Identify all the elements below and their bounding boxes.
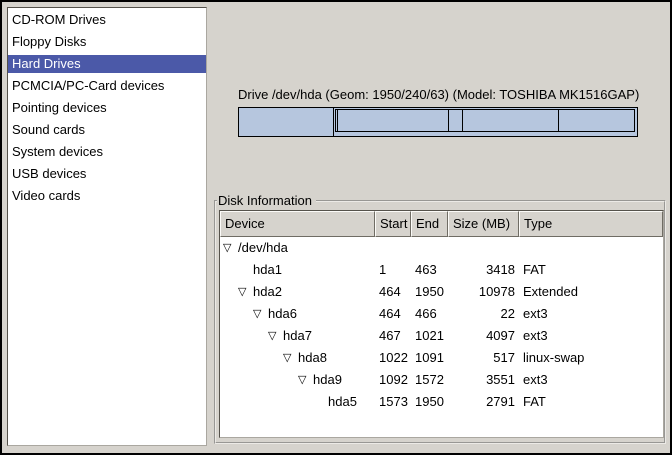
disk-row-dev-hda[interactable]: ▽/dev/hda	[220, 237, 663, 259]
start-cell	[375, 237, 411, 259]
disk-table-header: DeviceStartEndSize (MB)Type	[220, 211, 663, 237]
device-label: hda5	[328, 391, 357, 413]
disk-row-hda6[interactable]: ▽hda646446622ext3	[220, 303, 663, 325]
expander-icon[interactable]: ▽	[298, 369, 313, 391]
start-cell: 1092	[375, 369, 411, 391]
size-cell: 4097	[448, 325, 519, 347]
disk-row-hda8[interactable]: ▽hda810221091517linux-swap	[220, 347, 663, 369]
column-header-device[interactable]: Device	[220, 211, 375, 237]
start-cell: 467	[375, 325, 411, 347]
type-cell: FAT	[519, 391, 663, 413]
sidebar-item-cd-rom-drives[interactable]: CD-ROM Drives	[8, 11, 206, 29]
sidebar-item-system-devices[interactable]: System devices	[8, 143, 206, 161]
disk-row-hda5[interactable]: hda5 157319502791FAT	[220, 391, 663, 413]
partition-segment-hda7	[338, 110, 449, 131]
start-cell: 1022	[375, 347, 411, 369]
disk-information-frame-label: Disk Information	[217, 193, 316, 208]
type-cell: ext3	[519, 303, 663, 325]
disk-information-table: DeviceStartEndSize (MB)Type ▽/dev/hdahda…	[219, 210, 664, 438]
disk-row-hda1[interactable]: hda1 14633418FAT	[220, 259, 663, 281]
extended-partition-box	[335, 109, 635, 132]
device-label: /dev/hda	[238, 237, 288, 259]
drive-title: Drive /dev/hda (Geom: 1950/240/63) (Mode…	[238, 87, 638, 102]
device-cell: ▽hda9	[220, 369, 375, 391]
sidebar-item-sound-cards[interactable]: Sound cards	[8, 121, 206, 139]
end-cell: 466	[411, 303, 448, 325]
start-cell: 464	[375, 303, 411, 325]
device-cell: ▽hda6	[220, 303, 375, 325]
device-cell: ▽/dev/hda	[220, 237, 375, 259]
disk-information-frame: Disk Information DeviceStartEndSize (MB)…	[214, 200, 666, 444]
expander-icon[interactable]: ▽	[223, 237, 238, 259]
size-cell	[448, 237, 519, 259]
device-label: hda6	[268, 303, 297, 325]
sidebar-item-floppy-disks[interactable]: Floppy Disks	[8, 33, 206, 51]
partition-segment-hda5	[559, 110, 634, 131]
end-cell: 1021	[411, 325, 448, 347]
drive-partition-bar	[238, 107, 638, 137]
sidebar-item-usb-devices[interactable]: USB devices	[8, 165, 206, 183]
sidebar-item-video-cards[interactable]: Video cards	[8, 187, 206, 205]
disk-row-hda7[interactable]: ▽hda746710214097ext3	[220, 325, 663, 347]
expander-icon[interactable]: ▽	[268, 325, 283, 347]
sidebar-item-hard-drives[interactable]: Hard Drives	[8, 55, 206, 73]
device-cell: hda1	[220, 259, 375, 281]
device-label: hda2	[253, 281, 282, 303]
end-cell: 1572	[411, 369, 448, 391]
column-header-type[interactable]: Type	[519, 211, 663, 237]
start-cell: 1	[375, 259, 411, 281]
device-label: hda8	[298, 347, 327, 369]
type-cell: FAT	[519, 259, 663, 281]
end-cell: 1091	[411, 347, 448, 369]
expander-icon[interactable]: ▽	[283, 347, 298, 369]
type-cell: ext3	[519, 325, 663, 347]
device-label: hda1	[253, 259, 282, 281]
size-cell: 2791	[448, 391, 519, 413]
expander-icon[interactable]: ▽	[238, 281, 253, 303]
end-cell: 1950	[411, 391, 448, 413]
hardware-browser-window: CD-ROM Drives Floppy Disks Hard Drives PCMC…	[0, 0, 672, 455]
partition-segment-hda1	[239, 108, 334, 136]
partition-segment-hda9	[463, 110, 559, 131]
partition-segment-hda8	[449, 110, 464, 131]
sidebar-item-pcmcia-pc-card-devices[interactable]: PCMCIA/PC-Card devices	[8, 77, 206, 95]
disk-row-hda9[interactable]: ▽hda9109215723551ext3	[220, 369, 663, 391]
end-cell: 463	[411, 259, 448, 281]
type-cell: ext3	[519, 369, 663, 391]
end-cell	[411, 237, 448, 259]
size-cell: 22	[448, 303, 519, 325]
device-label: hda9	[313, 369, 342, 391]
type-cell: Extended	[519, 281, 663, 303]
column-header-start[interactable]: Start	[375, 211, 411, 237]
expander-icon[interactable]: ▽	[253, 303, 268, 325]
device-cell: hda5	[220, 391, 375, 413]
device-category-list[interactable]: CD-ROM Drives Floppy Disks Hard Drives PCMC…	[7, 7, 207, 446]
start-cell: 1573	[375, 391, 411, 413]
size-cell: 10978	[448, 281, 519, 303]
device-cell: ▽hda7	[220, 325, 375, 347]
type-cell	[519, 237, 663, 259]
column-header-end[interactable]: End	[411, 211, 448, 237]
size-cell: 3551	[448, 369, 519, 391]
sidebar-item-pointing-devices[interactable]: Pointing devices	[8, 99, 206, 117]
end-cell: 1950	[411, 281, 448, 303]
size-cell: 517	[448, 347, 519, 369]
device-cell: ▽hda8	[220, 347, 375, 369]
start-cell: 464	[375, 281, 411, 303]
device-cell: ▽hda2	[220, 281, 375, 303]
size-cell: 3418	[448, 259, 519, 281]
type-cell: linux-swap	[519, 347, 663, 369]
column-header-size-mb[interactable]: Size (MB)	[448, 211, 519, 237]
disk-table-body: ▽/dev/hdahda114633418FAT▽hda246419501097…	[220, 237, 663, 413]
disk-row-hda2[interactable]: ▽hda2464195010978Extended	[220, 281, 663, 303]
device-label: hda7	[283, 325, 312, 347]
